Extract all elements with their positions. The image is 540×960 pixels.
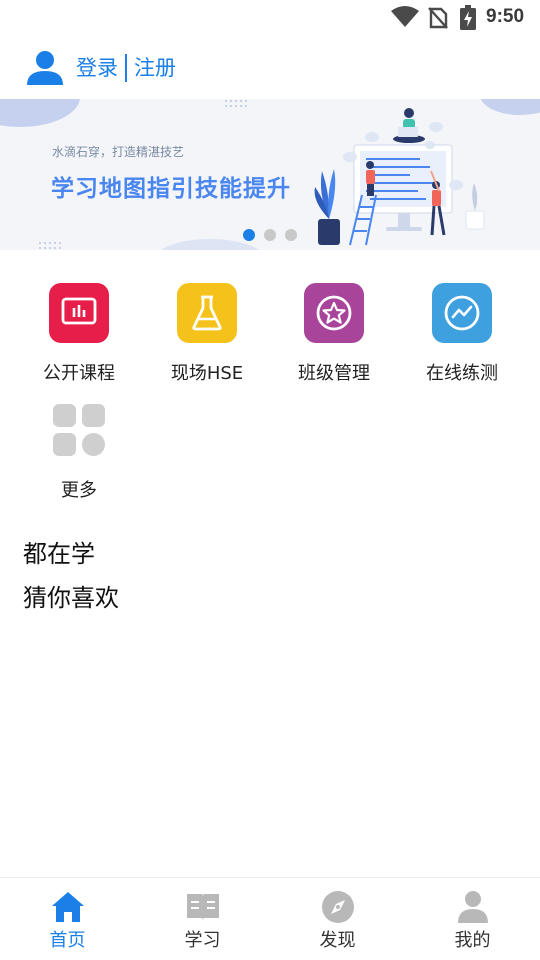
user-icon <box>457 891 488 923</box>
bar-chart-icon <box>61 297 97 325</box>
feature-tile[interactable] <box>177 283 237 343</box>
register-link[interactable]: 注册 <box>134 50 176 86</box>
promo-banner[interactable]: 水滴石穿，打造精湛技艺 学习地图指引技能提升 <box>0 99 540 250</box>
banner-subtitle: 水滴石穿，打造精湛技艺 <box>52 145 185 159</box>
feature-tile[interactable] <box>304 283 364 343</box>
app-screen: 9:50 登录 注册 水滴石穿，打造精湛技艺 学习地图指引技能提升 公开课程 现… <box>0 0 540 960</box>
section-title-all-learning: 都在学 <box>23 540 95 568</box>
feature-more[interactable]: 更多 <box>15 400 143 502</box>
trend-icon <box>444 295 480 331</box>
wifi-icon <box>391 6 419 27</box>
nav-label: 发现 <box>319 930 356 951</box>
nav-home[interactable]: 首页 <box>0 878 135 960</box>
nav-label: 首页 <box>49 930 86 951</box>
feature-label: 班级管理 <box>298 363 370 384</box>
status-bar: 9:50 <box>0 0 540 36</box>
nav-discover[interactable]: 发现 <box>270 878 405 960</box>
feature-label: 现场HSE <box>170 363 244 384</box>
feature-open-courses[interactable]: 公开课程 <box>15 283 143 385</box>
battery-charging-icon <box>460 5 476 30</box>
home-icon <box>51 892 84 922</box>
carousel-dot-3[interactable] <box>285 229 297 241</box>
compass-icon <box>321 891 354 923</box>
login-link[interactable]: 登录 <box>76 50 118 86</box>
feature-online-test[interactable]: 在线练测 <box>398 283 526 385</box>
carousel-dot-2[interactable] <box>264 229 276 241</box>
nav-label: 我的 <box>454 930 491 951</box>
feature-site-hse[interactable]: 现场HSE <box>143 283 271 385</box>
clock-time: 9:50 <box>486 6 525 27</box>
feature-label: 公开课程 <box>43 363 115 384</box>
feature-label: 在线练测 <box>426 363 498 384</box>
feature-label: 更多 <box>61 480 97 501</box>
nav-mine[interactable]: 我的 <box>405 878 540 960</box>
login-header: 登录 注册 <box>26 50 176 86</box>
grid-icon <box>53 404 105 456</box>
banner-title: 学习地图指引技能提升 <box>51 176 291 202</box>
carousel-dot-1[interactable] <box>243 229 255 241</box>
flask-icon <box>192 295 222 331</box>
nav-study[interactable]: 学习 <box>135 878 270 960</box>
star-icon <box>316 295 352 331</box>
user-avatar-icon[interactable] <box>26 50 64 86</box>
nav-label: 学习 <box>184 930 221 951</box>
feature-tile[interactable] <box>49 400 109 460</box>
feature-tile[interactable] <box>432 283 492 343</box>
login-divider <box>125 54 127 82</box>
book-icon <box>186 894 219 920</box>
feature-class-management[interactable]: 班级管理 <box>270 283 398 385</box>
bottom-navigation: 首页 学习 发现 我的 <box>0 877 540 960</box>
carousel-indicator <box>243 229 297 241</box>
section-title-recommend: 猜你喜欢 <box>23 584 119 612</box>
feature-tile[interactable] <box>49 283 109 343</box>
no-sim-icon <box>428 7 448 29</box>
